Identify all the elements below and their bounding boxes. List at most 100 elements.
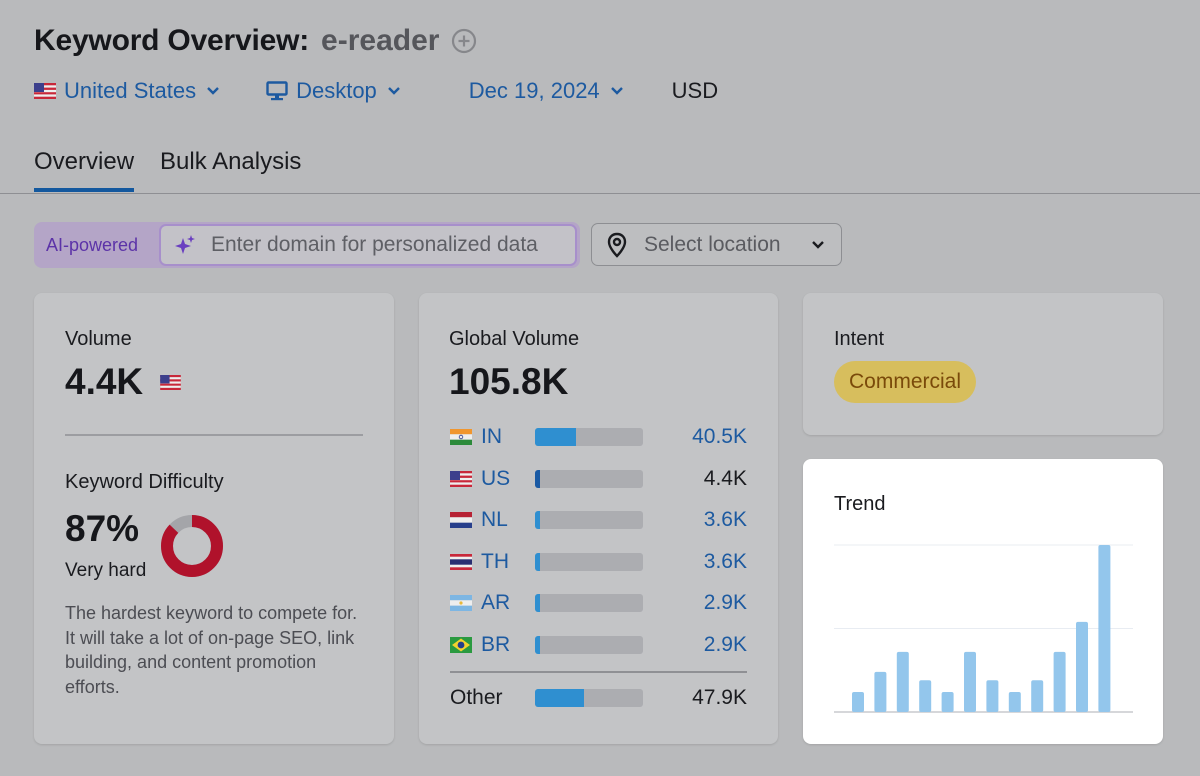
share-bar-track	[535, 469, 643, 488]
kd-description: The hardest keyword to compete for. It w…	[65, 603, 358, 697]
share-bar-fill	[535, 689, 584, 707]
tabs-divider	[0, 193, 1200, 194]
country-dropdown[interactable]: United States	[34, 78, 220, 104]
country-row-in: IN 40.5K	[450, 425, 747, 449]
volume-label: Volume	[65, 328, 132, 350]
th-flag-icon	[450, 553, 472, 570]
plus-circle-icon[interactable]	[451, 28, 477, 54]
ai-powered-label: AI-powered	[46, 234, 139, 255]
volume-difficulty-card: Volume 4.4K Keyword Difficulty 87% Very …	[34, 293, 394, 744]
chevron-down-icon	[812, 240, 824, 249]
trend-bar[interactable]	[1098, 545, 1111, 712]
page-title: Keyword Overview:	[34, 24, 310, 57]
domain-input[interactable]: Enter domain for personalized data	[159, 224, 577, 266]
chevron-down-icon	[207, 87, 219, 95]
country-code[interactable]: TH	[481, 550, 534, 574]
country-row-nl: NL 3.6K	[450, 508, 747, 532]
intent-badge: Commercial	[834, 361, 977, 403]
other-label: Other	[450, 686, 503, 709]
share-bar-track	[535, 689, 643, 707]
country-row-ar: AR 2.9K	[450, 591, 747, 615]
page-header: Keyword Overview: e-reader	[34, 24, 477, 58]
keyword-name: e-reader	[321, 24, 440, 57]
country-volume[interactable]: 2.9K	[704, 591, 747, 615]
share-bar-track	[535, 511, 643, 529]
volume-value: 4.4K	[65, 361, 144, 402]
trend-bar[interactable]	[852, 691, 864, 712]
country-volume[interactable]: 3.6K	[704, 550, 747, 574]
country-row-us: US 4.4K	[450, 467, 747, 491]
trend-bar[interactable]	[964, 651, 976, 712]
country-volume[interactable]: 40.5K	[692, 425, 747, 449]
trend-card: Trend	[803, 459, 1163, 744]
share-bar-track	[535, 635, 643, 654]
nl-flag-icon	[450, 512, 472, 528]
card-divider	[65, 434, 363, 436]
kd-label: Keyword Difficulty	[65, 471, 224, 493]
country-code[interactable]: BR	[481, 633, 534, 657]
country-code[interactable]: AR	[481, 591, 534, 615]
country-row-th: TH 3.6K	[450, 550, 747, 574]
trend-bar[interactable]	[1008, 691, 1021, 712]
device-label: Desktop	[296, 78, 377, 103]
share-bar-track	[535, 594, 643, 612]
date-label: Dec 19, 2024	[468, 78, 600, 103]
tab-overview[interactable]: Overview	[34, 148, 135, 192]
share-bar-track	[535, 552, 643, 571]
date-dropdown[interactable]: Dec 19, 2024	[469, 78, 624, 104]
currency-label: USD	[671, 78, 719, 103]
kd-rating: Very hard	[65, 560, 147, 581]
trend-bar[interactable]	[1031, 680, 1044, 712]
filters-bar: United States Desktop Dec 19, 2024 USD	[34, 78, 718, 104]
country-code[interactable]: NL	[481, 508, 534, 532]
share-bar-fill	[535, 511, 541, 529]
country-label: United States	[64, 78, 197, 103]
chevron-down-icon	[610, 87, 623, 95]
trend-bar[interactable]	[874, 671, 887, 712]
kd-donut-fill	[161, 515, 223, 577]
country-row-other: Other 47.9K	[450, 686, 747, 710]
chevron-down-icon	[387, 87, 400, 95]
us-flag-icon	[450, 470, 472, 487]
trend-bar[interactable]	[986, 680, 999, 712]
intent-card: Intent Commercial	[803, 293, 1163, 435]
other-value: 47.9K	[692, 686, 747, 709]
trend-bar[interactable]	[941, 691, 954, 712]
ai-personalization: AI-powered Enter domain for personalized…	[34, 222, 580, 268]
us-flag-icon	[160, 375, 181, 390]
country-code[interactable]: US	[481, 467, 534, 491]
share-bar-fill	[535, 635, 541, 654]
kd-donut-chart	[161, 515, 223, 577]
location-placeholder: Select location	[644, 232, 781, 256]
tab-bar: Overview Bulk Analysis	[34, 148, 327, 192]
share-bar-track	[535, 428, 643, 446]
trend-bar[interactable]	[1053, 651, 1066, 712]
trend-bar[interactable]	[919, 680, 932, 712]
country-volume[interactable]: 2.9K	[704, 633, 747, 657]
desktop-icon	[266, 81, 288, 101]
trend-bar[interactable]	[896, 651, 909, 712]
share-bar-fill	[535, 594, 541, 612]
country-volume[interactable]: 3.6K	[704, 508, 747, 532]
ar-flag-icon	[450, 595, 472, 611]
country-code[interactable]: IN	[481, 425, 534, 449]
trend-bar[interactable]	[1076, 621, 1088, 712]
intent-label: Intent	[834, 328, 885, 350]
us-flag-icon	[34, 83, 56, 99]
sparkle-icon	[175, 235, 195, 254]
country-volume: 4.4K	[703, 466, 747, 490]
country-row-br: BR 2.9K	[450, 633, 747, 657]
kd-value: 87%	[65, 508, 140, 549]
location-select[interactable]: Select location	[591, 223, 842, 266]
tab-bulk-analysis[interactable]: Bulk Analysis	[160, 148, 301, 190]
trend-chart	[834, 544, 1133, 713]
global-volume-value: 105.8K	[449, 361, 569, 402]
location-pin-icon	[607, 232, 627, 258]
device-dropdown[interactable]: Desktop	[266, 78, 401, 104]
country-list-divider	[450, 671, 747, 673]
br-flag-icon	[450, 636, 472, 653]
share-bar-fill	[535, 428, 577, 446]
in-flag-icon	[450, 429, 472, 445]
domain-input-placeholder: Enter domain for personalized data	[211, 233, 538, 256]
global-volume-card: Global Volume 105.8K IN 40.5K US 4.4K NL 3.6K…	[419, 293, 778, 744]
